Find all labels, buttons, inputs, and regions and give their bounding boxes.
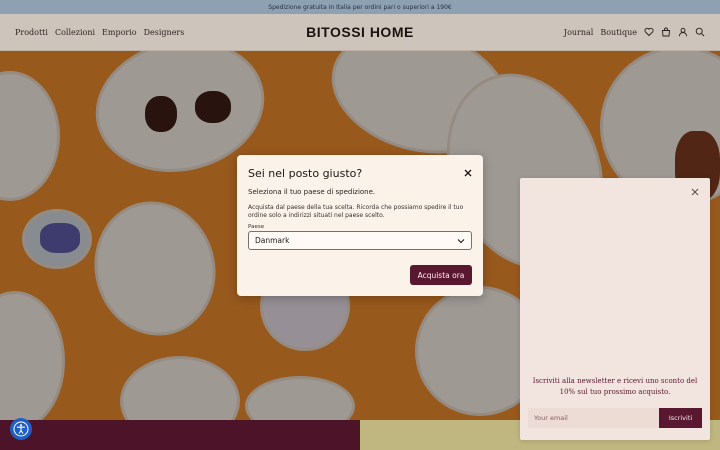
announcement-bar: Spedizione gratuita in Italia per ordini… <box>0 0 720 14</box>
close-icon[interactable] <box>690 187 700 197</box>
country-field-label: Paese <box>248 224 265 230</box>
country-select[interactable]: Danmark <box>248 231 472 250</box>
nav-item-emporio[interactable]: Emporio <box>102 28 137 37</box>
nav-item-prodotti[interactable]: Prodotti <box>15 28 48 37</box>
bag-icon[interactable] <box>661 27 671 37</box>
country-select-value: Danmark <box>255 236 290 245</box>
search-icon[interactable] <box>695 27 705 37</box>
site-header: Prodotti Collezioni Emporio Designers BI… <box>0 14 720 51</box>
newsletter-popup: Iscriviti alla newsletter e ricevi uno s… <box>520 178 710 440</box>
email-field[interactable] <box>528 408 659 428</box>
country-modal: Sei nel posto giusto? Seleziona il tuo p… <box>237 155 483 296</box>
heart-icon[interactable] <box>644 27 654 37</box>
newsletter-text: Iscriviti alla newsletter e ricevi uno s… <box>532 377 698 396</box>
accessibility-button[interactable] <box>10 418 32 440</box>
main-nav: Prodotti Collezioni Emporio Designers <box>15 28 184 37</box>
modal-subtitle: Seleziona il tuo paese di spedizione. <box>248 188 376 196</box>
nav-item-journal[interactable]: Journal <box>564 28 593 37</box>
nav-item-collezioni[interactable]: Collezioni <box>55 28 95 37</box>
user-icon[interactable] <box>678 27 688 37</box>
nav-item-boutique[interactable]: Boutique <box>600 28 637 37</box>
nav-item-designers[interactable]: Designers <box>144 28 185 37</box>
announcement-text: Spedizione gratuita in Italia per ordini… <box>268 3 452 11</box>
close-icon[interactable] <box>463 168 473 178</box>
subscribe-button[interactable]: Iscriviti <box>659 408 702 428</box>
modal-title: Sei nel posto giusto? <box>248 167 363 180</box>
utility-nav: Journal Boutique <box>564 27 705 37</box>
modal-body-text: Acquista dal paese della tua scelta. Ric… <box>248 204 464 219</box>
shop-now-button[interactable]: Acquista ora <box>410 265 472 285</box>
chevron-down-icon <box>457 238 465 243</box>
accessibility-icon <box>13 421 29 437</box>
promo-panel-left <box>0 420 360 450</box>
